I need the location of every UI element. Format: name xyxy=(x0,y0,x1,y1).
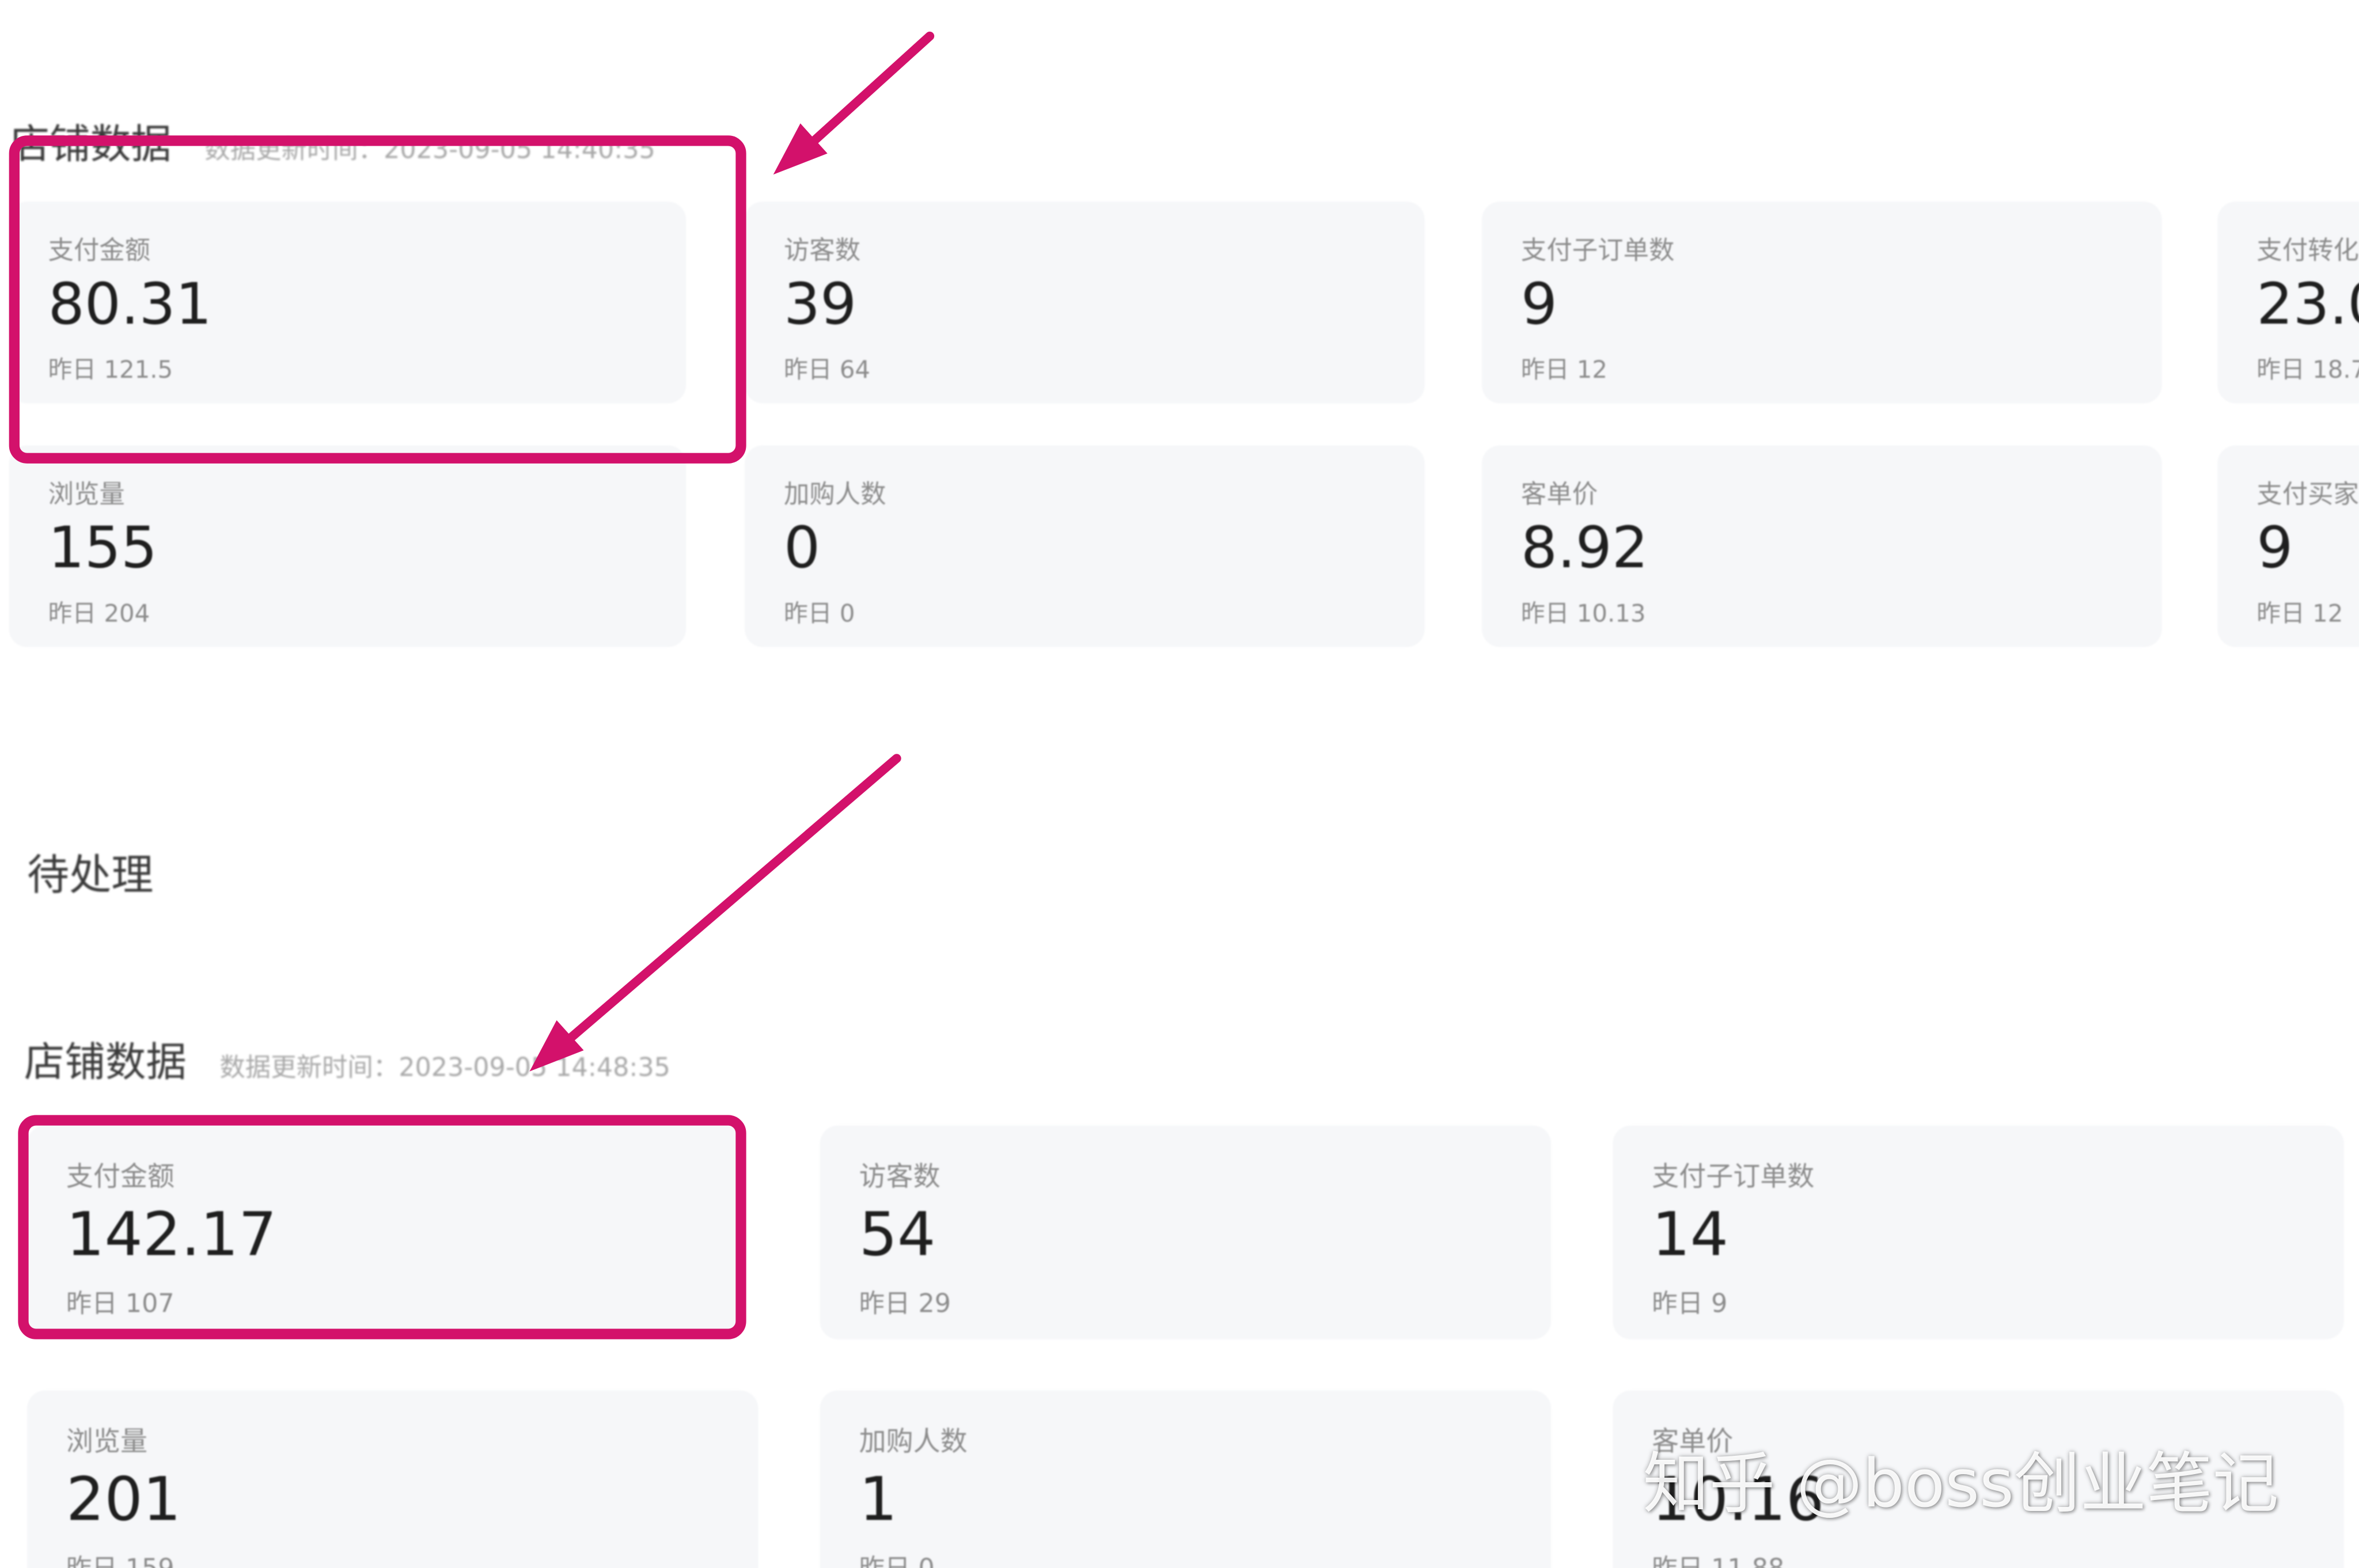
screenshot-canvas: 店铺数据 数据更新时间：2023-09-05 14:40:35 支付金额 80.3… xyxy=(0,0,2359,1568)
top-arrow-icon xyxy=(773,31,935,175)
annotation-arrows xyxy=(529,31,935,1072)
bottom-arrow-icon xyxy=(529,754,901,1072)
watermark-text: 知乎 @boss创业笔记 xyxy=(1643,1446,2279,1523)
